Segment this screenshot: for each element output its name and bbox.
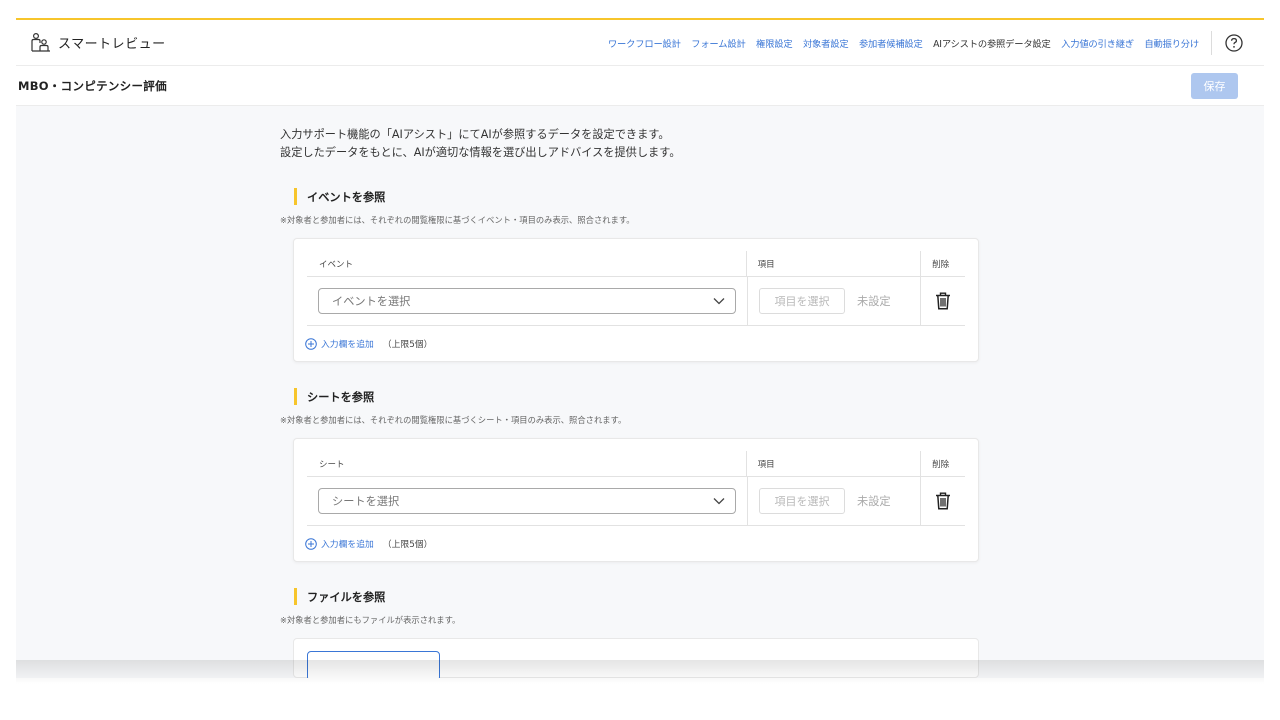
nav-link-carry-over[interactable]: 入力値の引き継ぎ [1061, 36, 1134, 50]
table-header: シート 項目 削除 [307, 450, 965, 477]
section-accent-bar [294, 388, 297, 405]
section-note: ※対象者と参加者には、それぞれの閲覧権限に基づくイベント・項目のみ表示、照合され… [280, 215, 635, 225]
question-circle-icon[interactable] [1224, 33, 1244, 53]
add-input-link[interactable]: 入力欄を追加 [305, 337, 374, 350]
top-bar: スマートレビュー ワークフロー設計 フォーム設計 権限設定 対象者設定 参加者候… [16, 20, 1264, 66]
sheet-section: シートを参照 ※対象者と参加者には、それぞれの閲覧権限に基づくシート・項目のみ表… [280, 388, 1000, 562]
plus-circle-icon [305, 337, 317, 350]
event-select-placeholder: イベントを選択 [332, 295, 411, 308]
nav-link-ai-assist[interactable]: AIアシストの参照データ設定 [933, 36, 1051, 50]
section-title-text: イベントを参照 [307, 190, 386, 204]
nav-link-participants[interactable]: 参加者候補設定 [859, 36, 923, 50]
main-content: 入力サポート機能の「AIアシスト」にてAIが参照するデータを設定できます。 設定… [280, 106, 1000, 678]
column-header-item: 項目 [745, 450, 920, 477]
column-header-delete: 削除 [920, 450, 965, 477]
nav-link-workflow[interactable]: ワークフロー設計 [608, 36, 681, 50]
chevron-down-icon [713, 298, 725, 305]
plus-circle-icon [305, 537, 317, 550]
section-note: ※対象者と参加者には、それぞれの閲覧権限に基づくシート・項目のみ表示、照合されま… [280, 415, 627, 425]
section-title: イベントを参照 [294, 188, 1000, 205]
table-row: イベントを選択 項目を選択 未設定 [307, 276, 965, 326]
limit-text: （上限5個） [382, 540, 433, 550]
table-header: イベント 項目 削除 [307, 250, 965, 277]
intro-text: 入力サポート機能の「AIアシスト」にてAIが参照するデータを設定できます。 設定… [280, 126, 1000, 162]
window-shadow [16, 660, 1264, 684]
section-note: ※対象者と参加者にもファイルが表示されます。 [280, 615, 461, 625]
select-item-button[interactable]: 項目を選択 [759, 488, 845, 514]
select-item-button[interactable]: 項目を選択 [759, 288, 845, 314]
nav-link-form[interactable]: フォーム設計 [691, 36, 746, 50]
event-section: イベントを参照 ※対象者と参加者には、それぞれの閲覧権限に基づくイベント・項目の… [280, 188, 1000, 362]
column-header-delete: 削除 [920, 250, 965, 277]
sheet-select-placeholder: シートを選択 [332, 495, 400, 508]
item-status: 未設定 [857, 295, 891, 308]
nav-link-permissions[interactable]: 権限設定 [756, 36, 793, 50]
add-input-link[interactable]: 入力欄を追加 [305, 537, 374, 550]
event-select[interactable]: イベントを選択 [318, 288, 736, 314]
add-input-label: 入力欄を追加 [321, 540, 374, 550]
section-title-text: ファイルを参照 [307, 590, 386, 604]
section-title: シートを参照 [294, 388, 1000, 405]
page-header: MBO・コンピテンシー評価 保存 [16, 66, 1264, 106]
trash-icon[interactable] [935, 492, 951, 510]
add-row: 入力欄を追加 （上限5個） [305, 526, 965, 561]
item-status: 未設定 [857, 495, 891, 508]
top-nav: ワークフロー設計 フォーム設計 権限設定 対象者設定 参加者候補設定 AIアシス… [597, 20, 1264, 66]
add-input-label: 入力欄を追加 [321, 340, 374, 350]
nav-divider [1211, 30, 1212, 55]
section-accent-bar [294, 188, 297, 205]
section-title: ファイルを参照 [294, 588, 1000, 605]
section-title-text: シートを参照 [307, 390, 375, 404]
limit-text: （上限5個） [382, 340, 433, 350]
event-card: イベント 項目 削除 イベントを選択 項目を選択 未設定 入力欄を追加 （上限5… [293, 238, 979, 362]
section-accent-bar [294, 588, 297, 605]
brand[interactable]: スマートレビュー [30, 32, 166, 54]
app-name: スマートレビュー [58, 37, 166, 52]
page-title: MBO・コンピテンシー評価 [18, 78, 167, 93]
sheet-select[interactable]: シートを選択 [318, 488, 736, 514]
column-header-sheet: シート [319, 459, 345, 470]
intro-line-2: 設定したデータをもとに、AIが適切な情報を選び出しアドバイスを提供します。 [280, 146, 681, 159]
save-button[interactable]: 保存 [1191, 72, 1238, 99]
nav-link-auto-assign[interactable]: 自動振り分け [1144, 36, 1199, 50]
chevron-down-icon [713, 498, 725, 505]
people-icon [31, 32, 50, 52]
nav-link-target[interactable]: 対象者設定 [803, 36, 849, 50]
sheet-card: シート 項目 削除 シートを選択 項目を選択 未設定 入力欄を追加 （上限5個） [293, 438, 979, 562]
table-row: シートを選択 項目を選択 未設定 [307, 476, 965, 526]
intro-line-1: 入力サポート機能の「AIアシスト」にてAIが参照するデータを設定できます。 [280, 128, 670, 141]
trash-icon[interactable] [935, 292, 951, 310]
column-header-event: イベント [319, 259, 354, 270]
app-window: スマートレビュー ワークフロー設計 フォーム設計 権限設定 対象者設定 参加者候… [16, 18, 1264, 678]
add-row: 入力欄を追加 （上限5個） [305, 326, 965, 361]
column-header-item: 項目 [745, 250, 920, 277]
